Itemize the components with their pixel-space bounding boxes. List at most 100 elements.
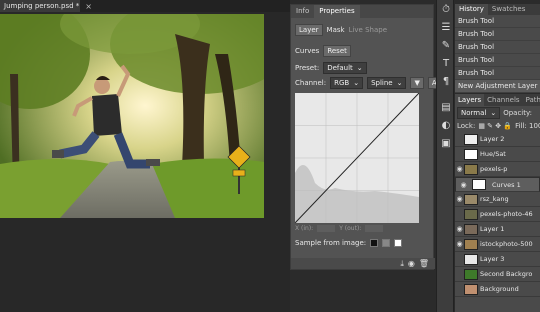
layer-thumbnail (464, 283, 478, 295)
history-panel: History Swatches Brush Tool Brush Tool B… (455, 4, 540, 93)
layer-row[interactable]: ◉ pexels-p (455, 162, 540, 177)
eye-icon[interactable]: ◉ (455, 240, 464, 248)
channel-select[interactable]: RGB ⌄ (330, 77, 364, 89)
curves-graph[interactable] (294, 92, 420, 224)
eye-icon[interactable]: ◉ (455, 165, 464, 173)
history-tabs: History Swatches (455, 4, 540, 15)
layer-thumbnail (464, 208, 478, 220)
trash-icon[interactable]: 🗑 (419, 259, 429, 268)
x-input[interactable] (317, 225, 336, 232)
eye-icon[interactable]: ◉ (459, 181, 468, 189)
layer-row[interactable]: Second Backgro (455, 267, 540, 282)
blend-mode-select[interactable]: Normal ⌄ (457, 106, 501, 119)
tab-properties[interactable]: Properties (314, 5, 360, 18)
clip-to-layer-icon[interactable]: ⤓ (400, 259, 404, 269)
layer-name: Second Backgro (480, 270, 533, 278)
tab-layers[interactable]: Layers (455, 94, 485, 106)
visibility-icon[interactable]: ◉ (408, 259, 415, 268)
subtab-live-shape[interactable]: Live Shape (349, 26, 387, 34)
layer-thumbnail (464, 148, 478, 160)
xy-readout: X (in): Y (out): (295, 225, 384, 232)
layer-row[interactable]: pexels-photo-46 (455, 207, 540, 222)
interpolation-select[interactable]: Spline ⌄ (367, 77, 407, 89)
blend-row: Normal ⌄ Opacity: (455, 106, 540, 119)
layer-thumbnail (464, 133, 478, 145)
layer-name: Hue/Sat (480, 150, 506, 158)
tab-swatches[interactable]: Swatches (488, 4, 529, 15)
document-tab[interactable]: Jumping person.psd * × (0, 0, 92, 12)
layer-name: Curves 1 (492, 180, 521, 189)
history-item[interactable]: Brush Tool (455, 15, 540, 28)
layer-row[interactable]: Layer 2 (455, 132, 540, 147)
layer-row[interactable]: Layer 3 (455, 252, 540, 267)
panel-icon-column: ⏱ ☰ ✎ T ¶ ▤ ◐ ▣ (436, 0, 454, 312)
layer-name: pexels-photo-46 (480, 210, 533, 218)
history-item[interactable]: Brush Tool (455, 54, 540, 67)
character-icon[interactable]: T (437, 54, 455, 72)
layer-row[interactable]: Background (455, 282, 540, 297)
document-area: Jumping person.psd * × (0, 0, 290, 312)
layers-panel: Layers Channels Paths Normal ⌄ Opacity: … (455, 94, 540, 312)
chevron-down-icon: ⌄ (396, 79, 403, 87)
adjustments-icon[interactable]: ☰ (437, 18, 455, 36)
channel-value: RGB (334, 79, 350, 87)
reset-button[interactable]: Reset (323, 45, 351, 57)
y-output-label: Y (out): (339, 225, 362, 232)
preset-value: Default (327, 64, 353, 72)
layer-name: rsz_kang (480, 195, 509, 203)
layer-row[interactable]: ◉ Layer 1 (455, 222, 540, 237)
brush-icon[interactable]: ✎ (437, 36, 455, 54)
layers-tabs: Layers Channels Paths (455, 94, 540, 106)
tab-info[interactable]: Info (291, 5, 314, 18)
preset-select[interactable]: Default ⌄ (323, 62, 367, 74)
history-item[interactable]: Brush Tool (455, 28, 540, 41)
properties-panel: Info Properties Layer Mask Live Shape Cu… (290, 4, 453, 270)
layer-row[interactable]: ◉ rsz_kang (455, 192, 540, 207)
channel-label: Channel: (295, 79, 327, 87)
document-title: Jumping person.psd * (4, 2, 80, 10)
y-output[interactable] (365, 225, 384, 232)
tab-history[interactable]: History (455, 4, 488, 15)
sample-label: Sample from image: (295, 239, 367, 247)
layer-row[interactable]: ◉ istockphoto-500 (455, 237, 540, 252)
layer-thumbnail (464, 193, 478, 205)
blend-mode-value: Normal (461, 108, 487, 117)
layer-name: pexels-p (480, 165, 508, 173)
layer-thumbnail (472, 179, 486, 190)
eye-icon[interactable]: ◉ (455, 195, 464, 203)
lock-label: Lock: (457, 121, 476, 130)
history-item[interactable]: New Adjustment Layer (455, 80, 540, 93)
curves-svg (294, 92, 420, 224)
channels-icon[interactable]: ◐ (437, 116, 455, 134)
eyedropper-black-icon[interactable] (370, 239, 379, 247)
image-canvas[interactable] (0, 14, 264, 218)
tab-channels[interactable]: Channels (484, 94, 522, 106)
properties-tabs: Info Properties (291, 5, 433, 18)
curves-header: Curves Reset (295, 45, 351, 57)
tab-paths[interactable]: Paths (523, 94, 540, 106)
sample-row: Sample from image: (295, 239, 403, 247)
clipping-warning-icon[interactable]: ▼ (410, 77, 424, 89)
layer-row[interactable]: ◉ Curves 1 (455, 177, 540, 192)
paragraph-icon[interactable]: ¶ (437, 72, 455, 90)
history-item[interactable]: Brush Tool (455, 41, 540, 54)
eye-icon[interactable]: ◉ (455, 225, 464, 233)
opacity-label: Opacity: (503, 108, 532, 117)
history-item[interactable]: Brush Tool (455, 67, 540, 80)
layer-thumbnail (464, 268, 478, 280)
lock-icons[interactable]: ▦ ✎ ✥ 🔒 (478, 122, 512, 130)
subtab-layer[interactable]: Layer (295, 24, 323, 36)
x-input-label: X (in): (295, 225, 314, 232)
properties-footer: ⤓ ◉ 🗑 (291, 258, 435, 269)
close-icon[interactable]: × (85, 2, 92, 11)
subtab-mask[interactable]: Mask (327, 26, 345, 34)
eyedropper-gray-icon[interactable] (382, 239, 391, 247)
layer-row[interactable]: Hue/Sat (455, 147, 540, 162)
fill-label: Fill: 100% (515, 121, 540, 130)
layer-thumbnail (464, 253, 478, 265)
history-icon[interactable]: ⏱ (437, 0, 455, 18)
layer-name: Background (480, 285, 519, 293)
layers-icon[interactable]: ▤ (437, 98, 455, 116)
eyedropper-white-icon[interactable] (394, 239, 403, 247)
paths-icon[interactable]: ▣ (437, 134, 455, 152)
